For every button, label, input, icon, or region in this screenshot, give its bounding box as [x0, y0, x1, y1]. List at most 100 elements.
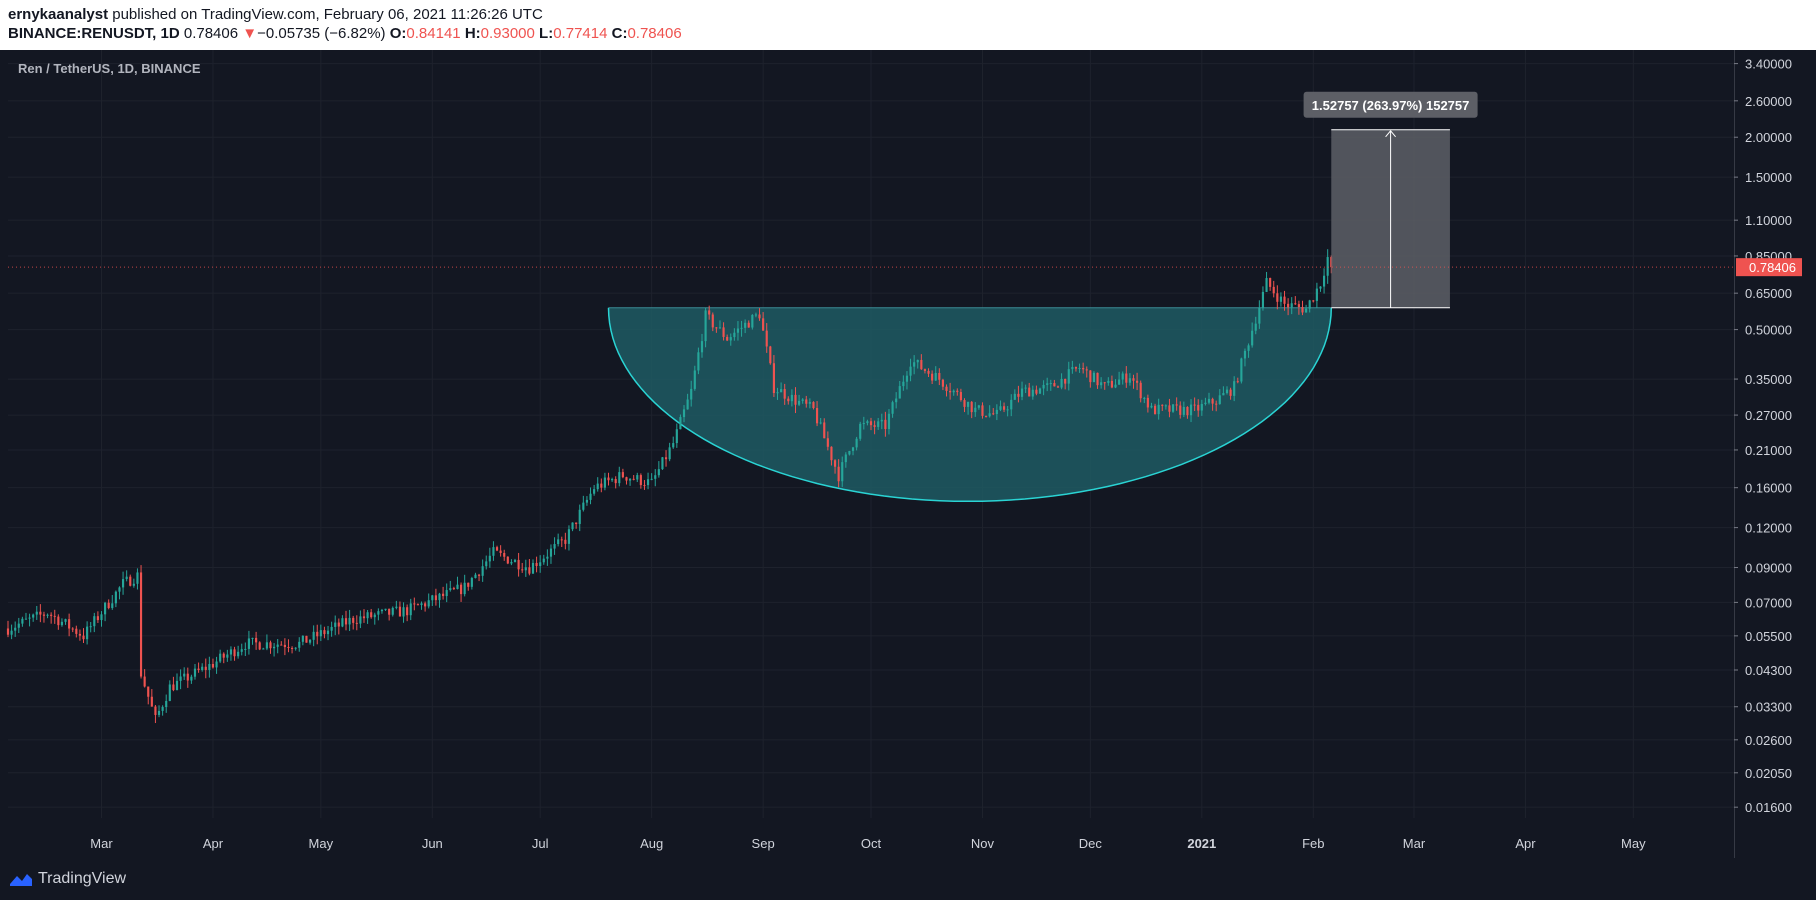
candle-body [686, 399, 689, 410]
candle-body [826, 438, 829, 447]
candle-body [1143, 397, 1146, 399]
candle-body [657, 469, 660, 476]
candle-body [1315, 288, 1318, 301]
candle-body [1186, 406, 1189, 416]
candle-body [805, 399, 808, 404]
candle-body [848, 450, 851, 455]
y-tick-label: 0.27000 [1745, 408, 1792, 423]
candle-body [841, 462, 844, 482]
candle-body [280, 644, 283, 646]
candle-body [21, 618, 24, 624]
candle-body [808, 402, 811, 404]
x-tick-label: Jul [532, 836, 549, 851]
x-tick-label: Mar [90, 836, 113, 851]
candle-body [262, 648, 265, 650]
candle-body [614, 479, 617, 484]
candle-body [312, 631, 315, 640]
candle-body [481, 566, 484, 576]
price-chart[interactable]: 1.52757 (263.97%) 152757 3.40000 2.60000 2.… [0, 0, 1816, 858]
candle-body [1236, 381, 1239, 383]
candle-body [790, 394, 793, 402]
candle-body [1297, 304, 1300, 307]
candle-body [833, 460, 837, 467]
candle-body [819, 422, 822, 424]
candle-body [1146, 397, 1149, 408]
candle-body [517, 559, 520, 570]
candle-body [1078, 367, 1081, 369]
candle-body [193, 668, 197, 677]
tradingview-logo-icon[interactable] [8, 870, 34, 888]
candle-body [1218, 395, 1221, 404]
candle-body [776, 392, 779, 394]
candle-body [1164, 405, 1167, 407]
candle-body [621, 472, 624, 478]
candle-body [233, 649, 236, 657]
candle-body [1020, 388, 1024, 397]
candle-body [359, 616, 362, 624]
candle-body [1067, 369, 1070, 384]
x-tick-label: Jun [422, 836, 443, 851]
candle-body [1096, 372, 1099, 386]
y-tick-label: 0.35000 [1745, 372, 1792, 387]
candle-body [632, 478, 635, 480]
y-axis: 3.400002.600002.000001.500001.100000.850… [1734, 57, 1792, 815]
y-tick-label: 0.02600 [1745, 733, 1792, 748]
candle-body [1038, 388, 1042, 394]
candle-body [1204, 402, 1207, 405]
candle-body [977, 405, 980, 408]
measure-label: 1.52757 (263.97%) 152757 [1312, 98, 1470, 113]
candle-body [118, 587, 121, 592]
candle-body [431, 595, 434, 601]
candle-body [1006, 409, 1009, 411]
candle-body [668, 447, 671, 460]
candle-body [1251, 330, 1254, 346]
candle-body [1013, 393, 1016, 400]
candle-body [157, 710, 161, 715]
candle-body [560, 539, 563, 541]
candle-body [1107, 380, 1110, 383]
candle-body [283, 644, 286, 648]
candle-body [78, 633, 81, 636]
candle-body [377, 611, 380, 615]
tradingview-brand[interactable]: TradingView [38, 870, 126, 888]
candle-body [1283, 296, 1286, 304]
candle-body [1301, 306, 1304, 313]
candle-body [1326, 257, 1329, 276]
candle-body [1153, 405, 1157, 415]
candle-body [348, 617, 351, 625]
candle-body [941, 379, 944, 387]
candle-body [1074, 366, 1078, 369]
candle-body [168, 684, 171, 701]
candle-body [715, 327, 718, 329]
candle-body [1139, 382, 1142, 399]
candle-body [402, 607, 405, 617]
candle-body [64, 619, 67, 622]
y-tick-label: 1.10000 [1745, 213, 1792, 228]
candle-body [1125, 373, 1128, 383]
y-tick-label: 0.07000 [1745, 595, 1792, 610]
candle-body [567, 529, 571, 544]
candle-body [557, 539, 560, 545]
candle-body [733, 332, 736, 338]
candle-body [456, 584, 459, 589]
candle-body [255, 637, 258, 643]
candle-body [1197, 404, 1200, 411]
candle-body [650, 478, 653, 480]
candle-body [521, 569, 524, 571]
candle-body [783, 389, 786, 399]
candle-body [700, 341, 704, 353]
candle-body [100, 614, 103, 621]
candle-body [413, 603, 416, 605]
candle-body [183, 673, 186, 677]
candle-body [290, 647, 294, 649]
candle-body [884, 419, 887, 430]
candle-body [258, 642, 261, 650]
candle-body [398, 606, 402, 617]
candle-body [607, 477, 610, 481]
candle-body [308, 639, 312, 643]
candle-body [1114, 384, 1117, 388]
y-tick-label: 0.50000 [1745, 323, 1792, 338]
candle-body [305, 635, 308, 643]
candle-body [1233, 381, 1236, 396]
candle-body [240, 649, 243, 652]
